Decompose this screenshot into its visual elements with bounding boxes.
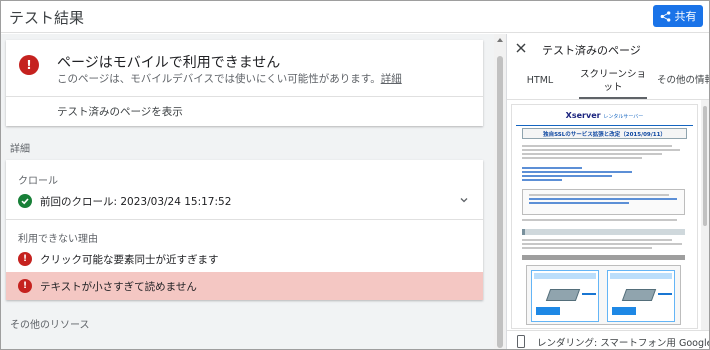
last-crawl-text: 前回のクロール: 2023/03/24 15:17:52 (40, 196, 232, 208)
rendering-text: レンダリング: スマートフォン用 Googlebot (537, 338, 709, 349)
screenshot-diagram-panel (607, 270, 675, 322)
reasons-label: 利用できない理由 (18, 234, 98, 245)
screenshot-link-list (522, 167, 682, 183)
result-card: ! ページはモバイルで利用できません このページは、モバイルデバイスでは使いにく… (6, 40, 483, 126)
details-section-label: 詳細 (10, 144, 30, 155)
smartphone-icon (517, 335, 525, 348)
tab-screenshot[interactable]: スクリーンショット (579, 64, 647, 99)
screenshot-gray-bar (522, 255, 685, 260)
details-card: クロール 前回のクロール: 2023/03/24 15:17:52 利用できない… (6, 160, 483, 300)
result-description: このページは、モバイルデバイスでは使いにくい可能性があります。詳細 (57, 71, 402, 86)
panel-tabs: HTML スクリーンショット その他の情報 (507, 64, 709, 99)
issue-text: クリック可能な要素同士が近すぎます (40, 254, 219, 266)
result-description-text: このページは、モバイルデバイスでは使いにくい可能性があります。 (57, 73, 381, 85)
tab-html[interactable]: HTML (515, 64, 565, 99)
close-icon[interactable] (516, 43, 526, 53)
screenshot-logo-text: Xserver (565, 111, 601, 120)
screenshot-section-header (522, 229, 685, 235)
rendering-footer: レンダリング: スマートフォン用 Googlebot (507, 330, 709, 349)
screenshot-logo-sub: レンタルサーバー (603, 114, 644, 120)
page-title: テスト結果 (9, 9, 85, 27)
scroll-up-icon[interactable] (497, 38, 503, 42)
screenshot-rule (516, 125, 693, 126)
screenshot-heading: 独自SSLのサービス拡張と改定（2015/09/11） (522, 128, 687, 139)
tabs-divider (507, 99, 709, 100)
share-button[interactable]: 共有 (653, 5, 703, 27)
share-label: 共有 (674, 10, 697, 23)
error-icon: ! (18, 279, 32, 293)
screenshot-diagram-panel (531, 270, 599, 322)
app-frame: テスト結果 共有 ! ページはモバイルで利用できません このページは、モバイルデ… (0, 0, 710, 350)
screenshot-text-block (522, 239, 682, 251)
scrollbar-thumb[interactable] (703, 106, 707, 226)
screenshot-logo: Xserver レンタルサーバー (512, 111, 697, 120)
scrollbar-thumb[interactable] (497, 56, 503, 348)
chevron-down-icon[interactable] (459, 195, 469, 205)
issue-row[interactable]: ! クリック可能な要素同士が近すぎます (6, 245, 483, 273)
result-headline: ページはモバイルで利用できません (57, 55, 281, 71)
crawl-label: クロール (18, 176, 58, 187)
issue-row-selected[interactable]: ! テキストが小さすぎて読めません (6, 272, 483, 300)
view-tested-page-button[interactable]: テスト済みのページを表示 (57, 104, 183, 119)
issue-text: テキストが小さすぎて読めません (40, 281, 197, 293)
error-icon: ! (19, 55, 39, 75)
divider (6, 96, 483, 97)
screenshot-scrollbar[interactable] (701, 100, 709, 330)
screenshot-notice-box (522, 189, 685, 215)
results-scrollbar[interactable] (494, 34, 506, 349)
page-screenshot: Xserver レンタルサーバー 独自SSLのサービス拡張と改定（2015/09… (511, 104, 698, 329)
error-icon: ! (18, 252, 32, 266)
top-bar: テスト結果 共有 (1, 1, 709, 33)
screenshot-diagram (526, 265, 681, 325)
details-link[interactable]: 詳細 (381, 73, 402, 85)
screenshot-text-block (522, 219, 682, 223)
check-circle-icon (18, 194, 32, 208)
tested-page-panel: テスト済みのページ HTML スクリーンショット その他の情報 Xserver … (506, 34, 709, 349)
divider (6, 219, 483, 220)
tab-more-info[interactable]: その他の情報 (653, 64, 709, 99)
results-pane: ! ページはモバイルで利用できません このページは、モバイルデバイスでは使いにく… (1, 34, 494, 349)
other-resources-label: その他のリソース (10, 320, 90, 331)
panel-title: テスト済みのページ (542, 44, 641, 57)
share-icon (660, 10, 670, 22)
screenshot-text-block (522, 145, 682, 161)
